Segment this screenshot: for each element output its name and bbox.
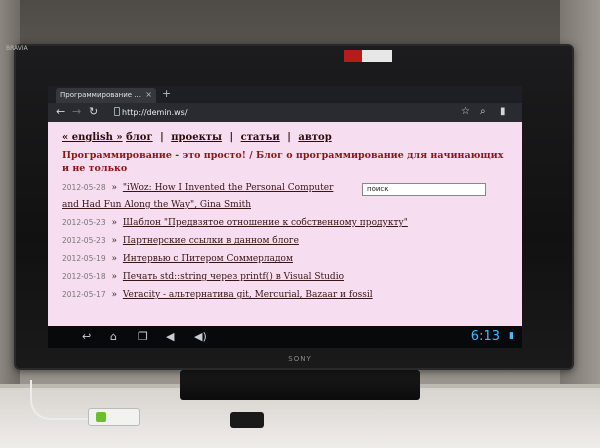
post-link[interactable]: "iWoz: How I Invented the Personal Compu… bbox=[123, 183, 334, 193]
status-icon[interactable]: ▮ bbox=[509, 331, 514, 341]
clock: 6:13 bbox=[470, 329, 500, 344]
post-link[interactable]: Veracity - альтернатива git, Mercurial, … bbox=[123, 290, 373, 300]
browser-tab-bar: Программирование ... × + bbox=[48, 86, 522, 103]
tv-stand bbox=[180, 370, 420, 400]
bezel-sticker-2 bbox=[362, 50, 392, 62]
list-item: 2012-05-17 » Veracity - альтернатива git… bbox=[62, 286, 508, 304]
post-date: 2012-05-18 bbox=[62, 272, 106, 281]
close-tab-icon[interactable]: × bbox=[145, 90, 152, 99]
recents-icon[interactable]: ❐ bbox=[138, 330, 148, 343]
search-input[interactable]: поиск bbox=[362, 183, 486, 196]
home-icon[interactable]: ⌂ bbox=[110, 330, 117, 343]
star-icon[interactable]: ☆ bbox=[461, 106, 470, 118]
page-icon bbox=[114, 107, 120, 116]
back-icon[interactable]: ↩ bbox=[82, 330, 91, 343]
android-system-bar: ↩ ⌂ ❐ ◀ ◀) 6:13 ▮ bbox=[48, 326, 522, 348]
post-arrow: » bbox=[111, 236, 117, 246]
power-adapter bbox=[230, 412, 264, 428]
list-item: 2012-05-23 » Шаблон "Предвзятое отношени… bbox=[62, 214, 508, 232]
back-icon[interactable]: ← bbox=[56, 105, 65, 118]
tv-brand-logo: SONY bbox=[288, 355, 312, 363]
new-tab-icon[interactable]: + bbox=[162, 88, 171, 99]
list-item: 2012-05-18 » Печать std::string через pr… bbox=[62, 268, 508, 286]
nav-separator: | bbox=[287, 132, 291, 143]
nav-separator: | bbox=[160, 132, 164, 143]
list-item: 2012-05-23 » Партнерские ссылки в данном… bbox=[62, 232, 508, 250]
reload-icon[interactable]: ↻ bbox=[89, 105, 98, 118]
volume-up-icon[interactable]: ◀) bbox=[194, 330, 207, 343]
post-arrow: » bbox=[111, 272, 117, 282]
post-date: 2012-05-17 bbox=[62, 290, 106, 299]
nav-english-link[interactable]: « english » bbox=[62, 132, 123, 143]
post-link[interactable]: Шаблон "Предвзятое отношение к собственн… bbox=[123, 218, 408, 228]
post-date: 2012-05-19 bbox=[62, 254, 106, 263]
post-arrow: » bbox=[111, 183, 117, 193]
nav-articles-link[interactable]: статьи bbox=[241, 132, 280, 143]
post-arrow: » bbox=[111, 218, 117, 228]
browser-toolbar: ← → ↻ http://demin.ws/ ☆ ⌕ ▮ bbox=[48, 103, 522, 122]
tv-screen: Программирование ... × + ← → ↻ http://de… bbox=[48, 86, 522, 348]
post-link[interactable]: Печать std::string через printf() в Visu… bbox=[123, 272, 344, 282]
web-page: « english » блог | проекты | статьи | ав… bbox=[48, 122, 522, 326]
bookmarks-icon[interactable]: ▮ bbox=[500, 106, 506, 118]
nav-projects-link[interactable]: проекты bbox=[171, 132, 222, 143]
post-date: 2012-05-28 bbox=[62, 183, 106, 192]
post-date: 2012-05-23 bbox=[62, 236, 106, 245]
list-item: and Had Fun Along the Way", Gina Smith bbox=[62, 197, 508, 214]
tv-model-label: BRAVIA bbox=[6, 45, 28, 52]
post-date: 2012-05-23 bbox=[62, 218, 106, 227]
post-link[interactable]: Партнерские ссылки в данном блоге bbox=[123, 236, 299, 246]
nav-separator: | bbox=[229, 132, 234, 143]
android-logo-icon bbox=[96, 412, 106, 422]
forward-icon[interactable]: → bbox=[72, 105, 81, 118]
bezel-sticker bbox=[344, 50, 362, 62]
tab-title: Программирование ... bbox=[60, 91, 141, 99]
volume-down-icon[interactable]: ◀ bbox=[166, 330, 174, 343]
blog-title: Программирование - это просто! / Блог о … bbox=[62, 150, 504, 174]
post-arrow: » bbox=[111, 254, 117, 264]
url-field[interactable]: http://demin.ws/ bbox=[122, 106, 422, 119]
nav-blog-link[interactable]: блог bbox=[126, 132, 153, 143]
list-item: 2012-05-19 » Интервью с Питером Соммерла… bbox=[62, 250, 508, 268]
nav-author-link[interactable]: автор bbox=[298, 132, 331, 143]
browser-tab[interactable]: Программирование ... × bbox=[56, 88, 156, 103]
post-list: 2012-05-28 » "iWoz: How I Invented the P… bbox=[62, 179, 508, 304]
site-nav: « english » блог | проекты | статьи | ав… bbox=[62, 132, 508, 143]
post-link[interactable]: Интервью с Питером Соммерладом bbox=[123, 254, 293, 264]
search-icon[interactable]: ⌕ bbox=[480, 106, 486, 118]
list-item: 2012-05-28 » "iWoz: How I Invented the P… bbox=[62, 179, 508, 197]
post-arrow: » bbox=[111, 290, 117, 300]
post-link[interactable]: and Had Fun Along the Way", Gina Smith bbox=[62, 200, 251, 210]
